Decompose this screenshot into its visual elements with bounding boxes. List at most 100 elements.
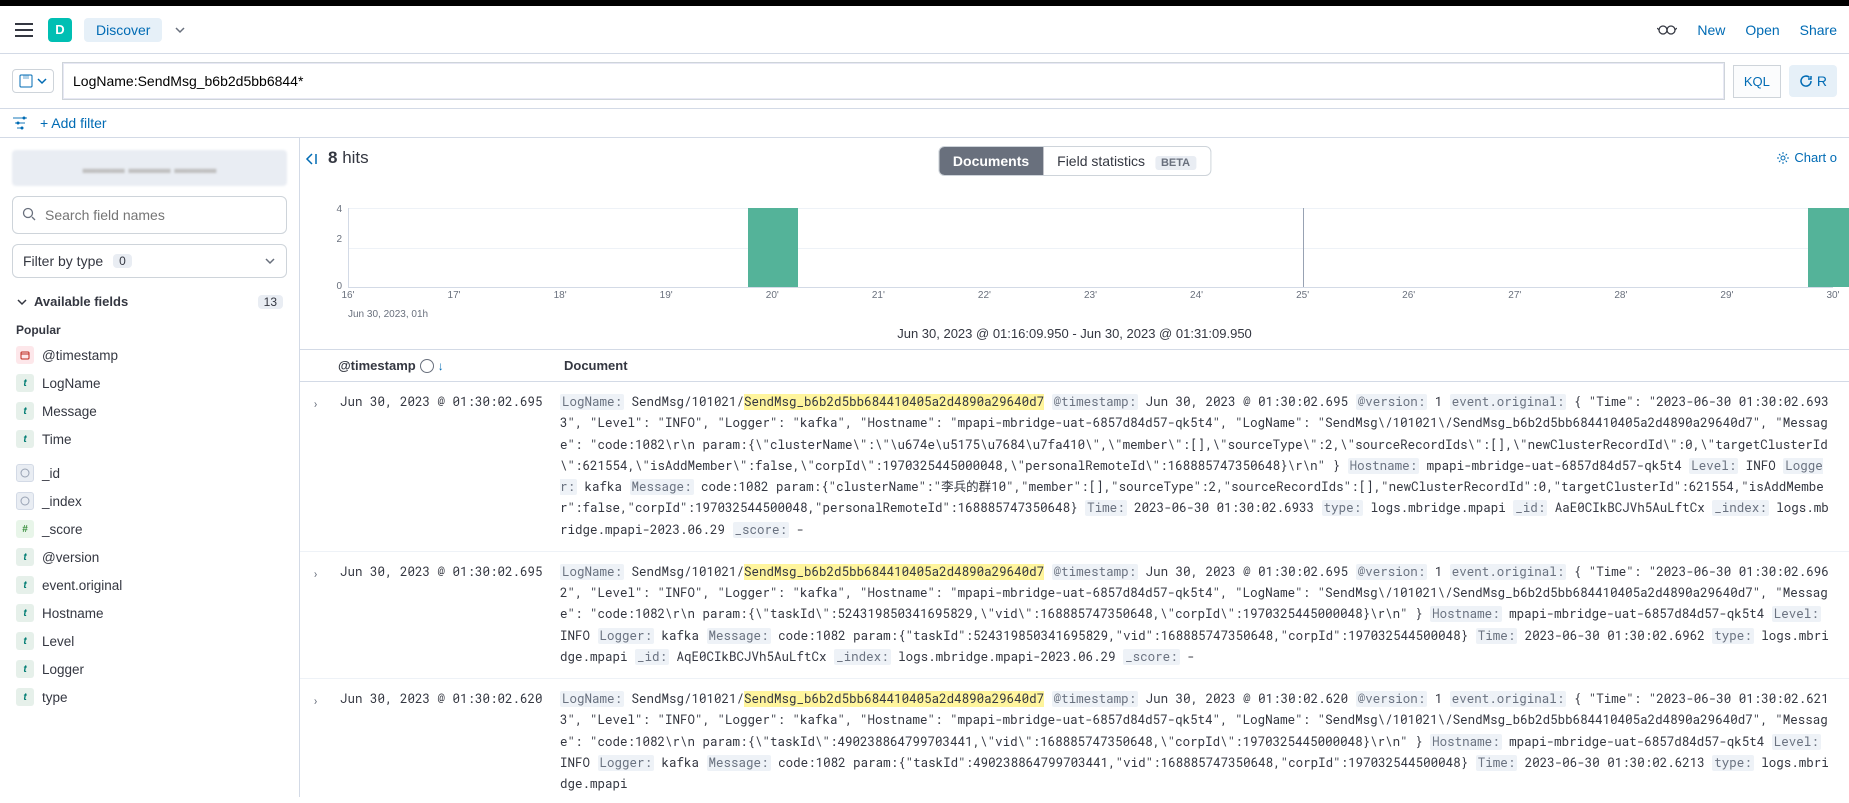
available-fields-label: Available fields [34, 294, 128, 309]
open-button[interactable]: Open [1745, 22, 1779, 38]
text-field-icon: t [16, 604, 34, 622]
text-field-icon: t [16, 576, 34, 594]
filter-by-type-label: Filter by type [23, 253, 103, 269]
app-logo[interactable]: D [48, 18, 72, 42]
expand-row-button[interactable]: › [312, 562, 330, 668]
field-item[interactable]: ttype [12, 683, 287, 711]
app-name-pill[interactable]: Discover [84, 18, 162, 42]
field-item[interactable]: _id [12, 459, 287, 487]
id-field-icon [16, 492, 34, 510]
fields-sidebar: ▬▬▬ ▬▬▬ ▬▬▬ Filter by type 0 Available f… [0, 138, 300, 797]
date-field-icon [16, 346, 34, 364]
field-item[interactable]: t Logger [12, 655, 287, 683]
field-item[interactable]: _index [12, 487, 287, 515]
field-name: _index [42, 494, 82, 509]
field-name: Level [42, 634, 74, 649]
time-range-label: Jun 30, 2023 @ 01:16:09.950 - Jun 30, 20… [300, 326, 1849, 341]
field-name: Time [42, 432, 72, 447]
field-name: type [42, 690, 68, 705]
histogram-x-sublabel: Jun 30, 2023, 01h [348, 309, 428, 320]
clock-icon [420, 359, 434, 373]
field-name: _score [42, 522, 83, 537]
tab-documents[interactable]: Documents [939, 147, 1043, 175]
refresh-label: R [1817, 73, 1827, 89]
field-name: @timestamp [42, 348, 118, 363]
text-field-icon: t [16, 632, 34, 650]
field-name: LogName [42, 376, 101, 391]
field-item[interactable]: t Hostname [12, 599, 287, 627]
filter-by-type-button[interactable]: Filter by type 0 [12, 244, 287, 278]
field-name: _id [42, 466, 60, 481]
expand-row-button[interactable]: › [312, 392, 330, 541]
refresh-button[interactable]: R [1789, 65, 1837, 97]
results-table-header: @timestamp ↓ Document [300, 349, 1849, 382]
result-row: ›Jun 30, 2023 @ 01:30:02.695LogName: Sen… [300, 382, 1849, 552]
refresh-icon [1799, 74, 1813, 88]
id-field-icon [16, 464, 34, 482]
tab-field-statistics[interactable]: Field statistics BETA [1043, 147, 1210, 175]
chevron-down-icon [16, 296, 28, 308]
query-bar: KQL R [0, 54, 1849, 109]
add-filter-button[interactable]: + Add filter [40, 115, 107, 131]
hit-count: 8 hits [328, 148, 369, 168]
field-item[interactable]: # _score [12, 515, 287, 543]
beta-badge: BETA [1155, 156, 1196, 170]
available-fields-count: 13 [258, 295, 283, 309]
text-field-icon: t [16, 430, 34, 448]
field-name: Hostname [42, 606, 104, 621]
histogram-x-axis: 16'17'18'19'20'21'22'23'24'25'26'27'28'2… [348, 288, 1833, 308]
column-document[interactable]: Document [564, 358, 628, 373]
expand-row-button[interactable]: › [312, 689, 330, 795]
hamburger-icon [15, 23, 33, 37]
chart-options-button[interactable]: Chart o [1776, 150, 1837, 165]
filter-menu-icon[interactable] [12, 115, 28, 131]
histogram-plot [348, 208, 1833, 288]
view-tabs: Documents Field statistics BETA [938, 146, 1211, 176]
collapse-sidebar-button[interactable] [304, 152, 318, 166]
field-search-input[interactable] [12, 196, 287, 234]
saved-query-button[interactable] [12, 69, 54, 93]
row-timestamp: Jun 30, 2023 @ 01:30:02.620 [340, 689, 550, 795]
number-field-icon: # [16, 520, 34, 538]
text-field-icon: t [16, 660, 34, 678]
header-bar: D Discover New Open Share [0, 6, 1849, 54]
time-histogram[interactable]: 420 16'17'18'19'20'21'22'23'24'25'26'27'… [328, 208, 1833, 308]
row-timestamp: Jun 30, 2023 @ 01:30:02.695 [340, 562, 550, 668]
field-item[interactable]: t event.original [12, 571, 287, 599]
result-row: ›Jun 30, 2023 @ 01:30:02.620LogName: Sen… [300, 679, 1849, 797]
kql-query-input[interactable] [62, 62, 1725, 100]
field-item[interactable]: t Level [12, 627, 287, 655]
search-icon [22, 207, 36, 221]
field-item[interactable]: t@version [12, 543, 287, 571]
row-document: LogName: SendMsg/101021/SendMsg_b6b2d5bb… [560, 562, 1833, 668]
field-name: Message [42, 404, 97, 419]
popular-fields-label: Popular [12, 315, 287, 341]
share-button[interactable]: Share [1800, 22, 1837, 38]
row-document: LogName: SendMsg/101021/SendMsg_b6b2d5bb… [560, 689, 1833, 795]
query-language-button[interactable]: KQL [1733, 65, 1781, 98]
field-item[interactable]: @timestamp [12, 341, 287, 369]
menu-toggle-button[interactable] [12, 18, 36, 42]
text-field-icon: t [16, 402, 34, 420]
field-item[interactable]: t Message [12, 397, 287, 425]
field-item[interactable]: tLogName [12, 369, 287, 397]
results-pane: 8 hits Documents Field statistics BETA C… [300, 138, 1849, 797]
field-name: event.original [42, 578, 122, 593]
field-name: Logger [42, 662, 84, 677]
text-field-icon: t [16, 688, 34, 706]
available-fields-header[interactable]: Available fields 13 [12, 288, 287, 315]
column-timestamp[interactable]: @timestamp ↓ [338, 358, 548, 373]
histogram-bar[interactable] [1808, 208, 1849, 287]
field-name: @version [42, 550, 99, 565]
new-button[interactable]: New [1697, 22, 1725, 38]
disk-icon [19, 74, 33, 88]
field-item[interactable]: t Time [12, 425, 287, 453]
index-pattern-selector[interactable]: ▬▬▬ ▬▬▬ ▬▬▬ [12, 150, 287, 186]
histogram-bar[interactable] [748, 208, 798, 287]
app-switch-chevron-icon[interactable] [174, 24, 186, 36]
inspect-icon[interactable] [1657, 20, 1677, 40]
chevron-down-icon [264, 255, 276, 267]
sort-descending-icon[interactable]: ↓ [438, 359, 444, 373]
result-row: ›Jun 30, 2023 @ 01:30:02.695LogName: Sen… [300, 552, 1849, 679]
chevron-down-icon [37, 76, 47, 86]
